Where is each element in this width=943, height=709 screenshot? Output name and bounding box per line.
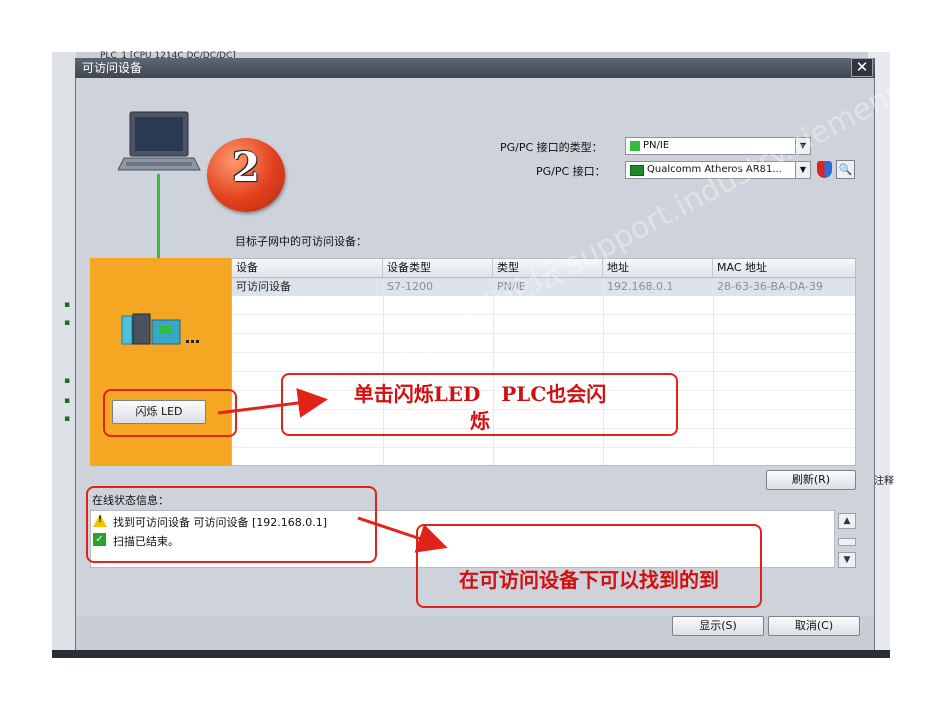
annotation-arrows bbox=[217, 388, 448, 553]
arrow-to-found-note bbox=[357, 516, 448, 553]
arrow-to-flash-note bbox=[217, 388, 328, 418]
